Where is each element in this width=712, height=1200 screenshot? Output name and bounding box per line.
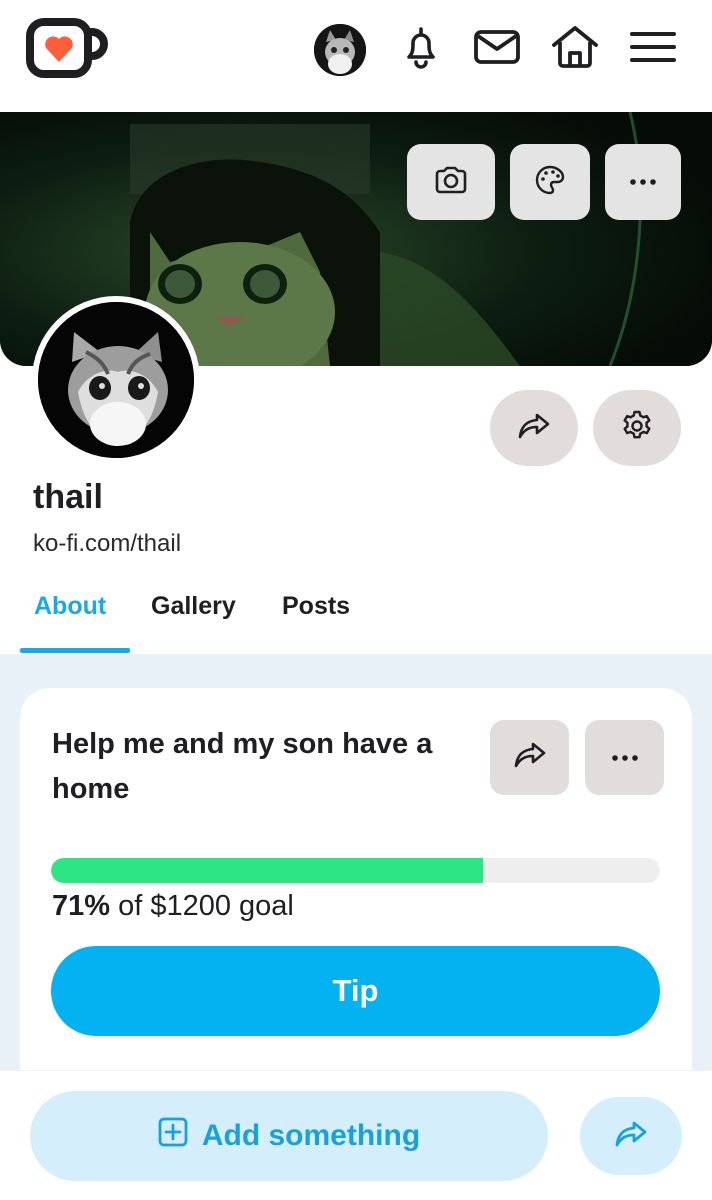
share-icon xyxy=(513,741,547,774)
tab-gallery[interactable]: Gallery xyxy=(151,592,236,621)
share-goal-button[interactable] xyxy=(490,720,569,795)
profile-avatar[interactable] xyxy=(32,296,200,464)
share-icon xyxy=(614,1120,648,1153)
goal-more-button[interactable] xyxy=(585,720,664,795)
bell-icon[interactable] xyxy=(396,22,446,72)
goal-title: Help me and my son have a home xyxy=(52,728,433,805)
bottom-action-bar: Add something xyxy=(0,1070,712,1200)
goal-card: Help me and my son have a home 71% of $1… xyxy=(20,688,692,1088)
share-profile-button[interactable] xyxy=(490,390,578,466)
add-box-icon xyxy=(158,1117,188,1155)
user-avatar[interactable] xyxy=(314,24,366,76)
goal-progress-bar xyxy=(51,858,660,883)
add-something-button[interactable]: Add something xyxy=(30,1091,548,1181)
menu-icon[interactable] xyxy=(628,22,678,72)
cover-more-button[interactable] xyxy=(605,144,681,220)
palette-icon xyxy=(534,164,566,201)
tab-about[interactable]: About xyxy=(34,592,106,621)
more-icon xyxy=(611,749,639,767)
settings-button[interactable] xyxy=(593,390,681,466)
theme-button[interactable] xyxy=(510,144,590,220)
profile-url[interactable]: ko-fi.com/thail xyxy=(33,530,181,558)
ko-fi-logo-icon[interactable] xyxy=(24,16,108,80)
goal-progress-target: of $1200 goal xyxy=(110,890,294,922)
profile-name: thail xyxy=(33,478,103,516)
add-something-label: Add something xyxy=(201,1119,421,1152)
goal-progress-percent: 71% xyxy=(52,890,111,922)
share-fab-button[interactable] xyxy=(580,1097,682,1175)
gear-icon xyxy=(620,409,654,448)
tab-posts[interactable]: Posts xyxy=(282,592,350,621)
tip-button[interactable]: Tip xyxy=(51,946,660,1036)
share-icon xyxy=(517,412,551,445)
active-tab-indicator xyxy=(20,648,130,653)
profile-tabs: About Gallery Posts xyxy=(0,580,712,654)
mail-icon[interactable] xyxy=(472,22,522,72)
goal-progress-label: 71% of $1200 goal xyxy=(52,890,294,923)
home-icon[interactable] xyxy=(550,22,600,72)
change-cover-button[interactable] xyxy=(407,144,495,220)
camera-icon xyxy=(434,166,468,199)
goal-progress-fill xyxy=(51,858,484,883)
more-icon xyxy=(629,173,657,191)
top-navigation xyxy=(0,0,712,112)
